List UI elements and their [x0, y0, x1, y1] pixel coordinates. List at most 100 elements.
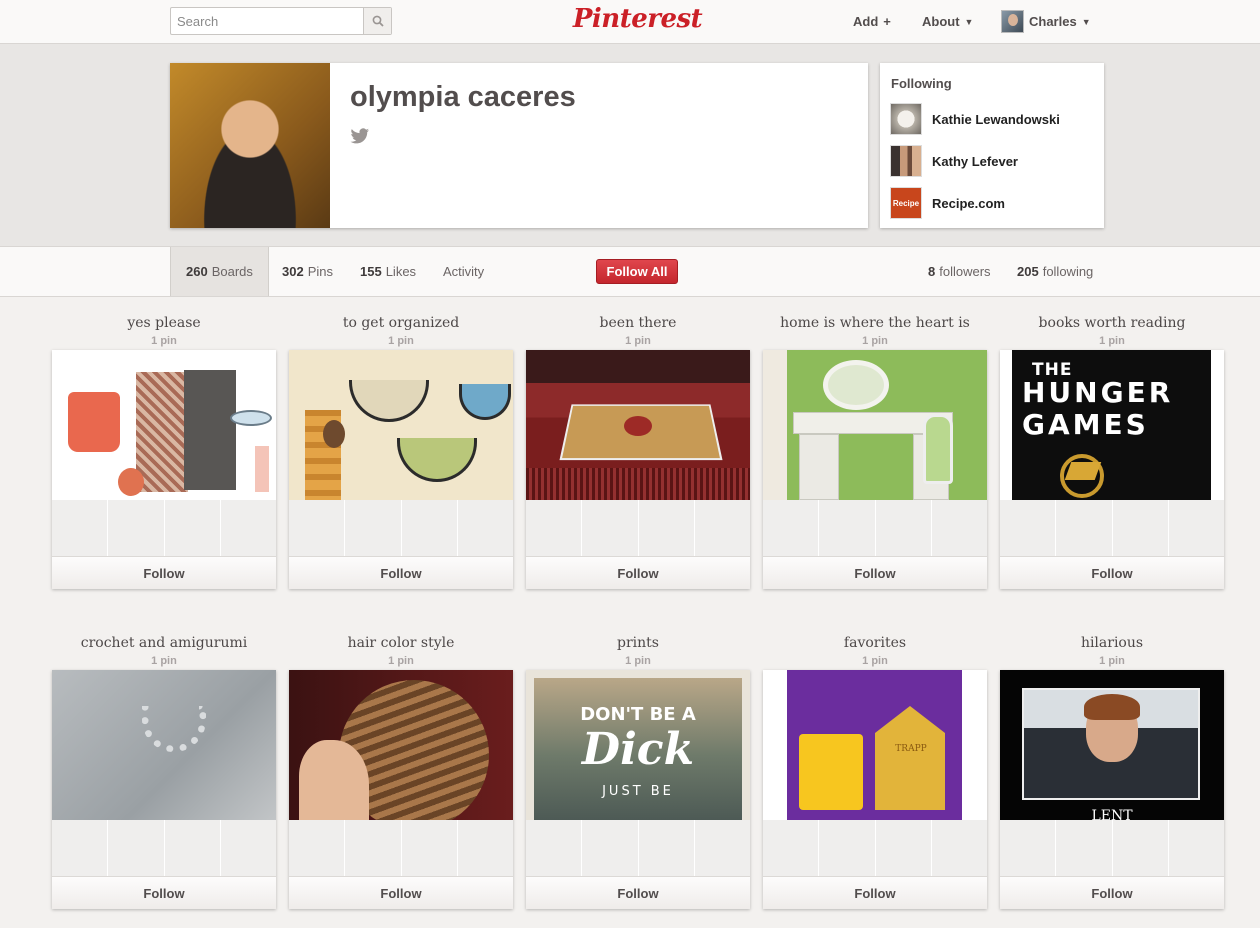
board-thumbnails	[289, 820, 513, 876]
thumbnail	[401, 500, 458, 556]
board-pin-count: 1 pin	[151, 335, 177, 347]
board-pin-count: 1 pin	[625, 655, 651, 667]
avatar	[1001, 10, 1024, 33]
follow-all-button[interactable]: Follow All	[596, 259, 678, 284]
board-cover-image[interactable]: LENT	[1000, 670, 1224, 820]
board-title[interactable]: favorites	[763, 635, 987, 651]
board-title[interactable]: hair color style	[289, 635, 513, 651]
about-menu[interactable]: About ▼	[922, 14, 973, 29]
board-follow-button[interactable]: Follow	[763, 556, 987, 589]
board-body[interactable]: Follow	[289, 350, 513, 589]
board-body[interactable]: Follow	[52, 670, 276, 909]
board-cover-image[interactable]: DON'T BE A Dick JUST BE	[526, 670, 750, 820]
board-thumbnails	[289, 500, 513, 556]
following-item[interactable]: Recipe Recipe.com	[890, 187, 1005, 219]
thumbnail	[694, 820, 750, 876]
thumbnail	[52, 500, 109, 556]
profile-banner: olympia caceres Following Kathie Lewando…	[0, 44, 1260, 246]
board-thumbnails	[1000, 820, 1224, 876]
pinterest-logo[interactable]: Pinterest	[570, 4, 705, 38]
board-body[interactable]: Follow	[52, 350, 276, 589]
thumbnail	[931, 500, 987, 556]
board-cover-image[interactable]	[289, 350, 513, 500]
board-title[interactable]: prints	[526, 635, 750, 651]
tab-activity[interactable]: Activity	[443, 247, 484, 296]
board-pin-count: 1 pin	[1099, 335, 1125, 347]
board-title[interactable]: yes please	[52, 315, 276, 331]
board-follow-button[interactable]: Follow	[763, 876, 987, 909]
thumbnail	[819, 820, 876, 876]
board-thumbnails	[763, 500, 987, 556]
add-menu[interactable]: Add +	[853, 14, 891, 29]
recipe-logo-text: Recipe	[892, 198, 920, 208]
thumbnail	[1056, 500, 1113, 556]
board-thumbnails	[526, 820, 750, 876]
board-follow-button[interactable]: Follow	[526, 556, 750, 589]
thumbnail	[108, 820, 165, 876]
board-title[interactable]: crochet and amigurumi	[52, 635, 276, 651]
board-cover-image[interactable]: TRAPP	[763, 670, 987, 820]
board-cover-image[interactable]	[763, 350, 987, 500]
cover-text: TRAPP	[895, 744, 927, 754]
board-cover-image[interactable]	[289, 670, 513, 820]
thumbnail	[819, 500, 876, 556]
board-title[interactable]: home is where the heart is	[763, 315, 987, 331]
board-follow-button[interactable]: Follow	[289, 876, 513, 909]
board-thumbnails	[52, 820, 276, 876]
search-button[interactable]	[363, 8, 391, 34]
likes-count: 155	[360, 264, 382, 279]
thumbnail	[1000, 820, 1057, 876]
board-body[interactable]: Follow	[526, 350, 750, 589]
following-name: Kathy Lefever	[932, 153, 1018, 169]
board-body[interactable]: LENT Follow	[1000, 670, 1224, 909]
pins-count: 302	[282, 264, 304, 279]
board-cover-image[interactable]	[526, 350, 750, 500]
thumbnail	[875, 500, 932, 556]
search-input[interactable]	[171, 8, 364, 34]
following-item[interactable]: Kathie Lewandowski	[890, 103, 1060, 135]
tab-pins[interactable]: 302 Pins	[282, 247, 333, 296]
tab-likes[interactable]: 155 Likes	[360, 247, 416, 296]
chevron-down-icon: ▼	[1081, 16, 1091, 27]
board-title[interactable]: hilarious	[1000, 635, 1224, 651]
thumbnail	[164, 500, 221, 556]
likes-label: Likes	[385, 264, 417, 279]
thumbnail	[1168, 820, 1224, 876]
board-follow-button[interactable]: Follow	[1000, 556, 1224, 589]
following-name: Recipe.com	[932, 195, 1005, 211]
board-follow-button[interactable]: Follow	[289, 556, 513, 589]
board-follow-button[interactable]: Follow	[526, 876, 750, 909]
user-menu[interactable]: Charles ▼	[1001, 10, 1091, 33]
board-follow-button[interactable]: Follow	[1000, 876, 1224, 909]
board-body[interactable]: Follow	[289, 670, 513, 909]
board-pin-count: 1 pin	[625, 335, 651, 347]
board-follow-button[interactable]: Follow	[52, 876, 276, 909]
tab-boards[interactable]: 260 Boards	[170, 247, 269, 296]
following-link[interactable]: 205 following	[1017, 247, 1093, 296]
thumbnail	[582, 500, 639, 556]
about-label: About	[922, 14, 960, 29]
followers-link[interactable]: 8 followers	[928, 247, 991, 296]
board-body[interactable]: DON'T BE A Dick JUST BE Follow	[526, 670, 750, 909]
profile-card: olympia caceres	[170, 63, 868, 228]
thumbnail	[526, 500, 583, 556]
twitter-icon[interactable]	[350, 128, 370, 144]
thumbnail	[1112, 820, 1169, 876]
board-body[interactable]: TRAPP Follow	[763, 670, 987, 909]
board-thumbnails	[1000, 500, 1224, 556]
thumbnail	[763, 820, 820, 876]
avatar	[890, 103, 922, 135]
following-item[interactable]: Kathy Lefever	[890, 145, 1018, 177]
board-title[interactable]: books worth reading	[1000, 315, 1224, 331]
board-cover-image[interactable]	[52, 350, 276, 500]
board-pin-count: 1 pin	[862, 655, 888, 667]
board-body[interactable]: THE HUNGER GAMES Follow	[1000, 350, 1224, 589]
board-follow-button[interactable]: Follow	[52, 556, 276, 589]
thumbnail	[763, 500, 820, 556]
board-cover-image[interactable]: THE HUNGER GAMES	[1000, 350, 1224, 500]
board-cover-image[interactable]	[52, 670, 276, 820]
board-title[interactable]: to get organized	[289, 315, 513, 331]
board-title[interactable]: been there	[526, 315, 750, 331]
board-body[interactable]: Follow	[763, 350, 987, 589]
thumbnail	[1056, 820, 1113, 876]
